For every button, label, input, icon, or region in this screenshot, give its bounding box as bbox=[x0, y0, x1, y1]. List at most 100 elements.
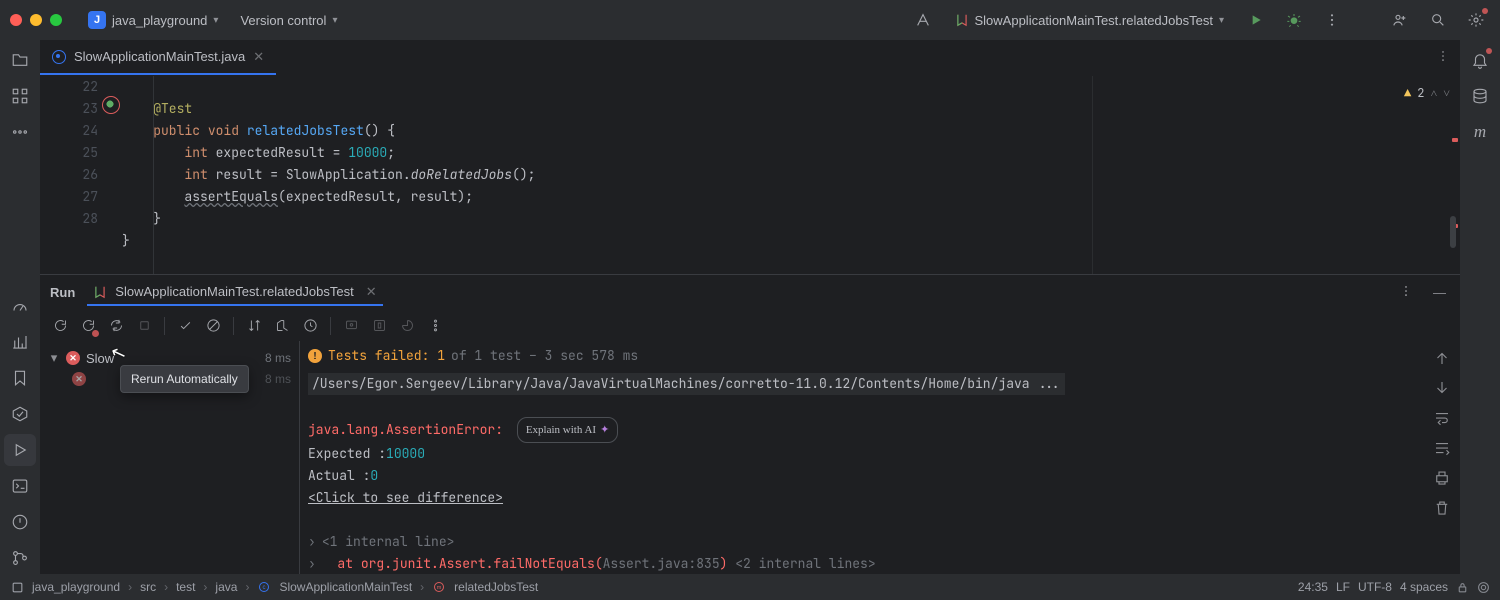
export-tests-icon[interactable] bbox=[367, 314, 391, 338]
hide-tool-window-icon[interactable]: — bbox=[1429, 281, 1450, 304]
file-encoding[interactable]: UTF-8 bbox=[1358, 580, 1392, 594]
run-button[interactable] bbox=[1242, 6, 1270, 34]
fold-toggle-icon[interactable]: › bbox=[308, 555, 316, 572]
right-tool-rail: m bbox=[1460, 40, 1500, 574]
stack-location[interactable]: Assert.java:835 bbox=[603, 555, 720, 572]
breadcrumb-item[interactable]: SlowApplicationMainTest bbox=[279, 580, 412, 594]
code-editor[interactable]: 22 23 24 25 26 27 28 @Test public void r… bbox=[40, 76, 1460, 274]
build-icon[interactable] bbox=[909, 6, 937, 34]
coverage-icon[interactable] bbox=[395, 314, 419, 338]
stack-frame: at org.junit.Assert.failNotEquals( bbox=[337, 555, 602, 572]
rerun-failed-icon[interactable] bbox=[76, 314, 100, 338]
editor-scrollbar[interactable] bbox=[1450, 216, 1456, 248]
scroll-to-end-icon[interactable] bbox=[1433, 439, 1451, 457]
project-tool-icon[interactable] bbox=[4, 44, 36, 76]
soft-wrap-icon[interactable] bbox=[1433, 409, 1451, 427]
stack-frame: ) bbox=[720, 555, 736, 572]
minimize-window-icon[interactable] bbox=[30, 14, 42, 26]
indent-guide bbox=[153, 76, 154, 274]
services-tool-icon[interactable] bbox=[4, 398, 36, 430]
maven-tool-icon[interactable]: m bbox=[1464, 116, 1496, 148]
more-actions-icon[interactable] bbox=[1318, 6, 1346, 34]
run-test-gutter-icon[interactable] bbox=[104, 98, 116, 110]
folded-region[interactable]: <1 internal line> bbox=[322, 533, 455, 550]
scroll-up-icon[interactable] bbox=[1433, 349, 1451, 367]
method-icon: m bbox=[432, 580, 446, 594]
console-output[interactable]: Tests failed: 1 of 1 test – 3 sec 578 ms… bbox=[300, 341, 1424, 574]
breadcrumb-item[interactable]: test bbox=[176, 580, 195, 594]
explain-with-ai-button[interactable]: Explain with AI ✦ bbox=[517, 417, 619, 443]
expand-all-icon[interactable] bbox=[270, 314, 294, 338]
project-selector[interactable]: J java_playground ▾ bbox=[82, 7, 224, 33]
next-highlight-icon[interactable]: ˅ bbox=[1443, 82, 1450, 104]
database-tool-icon[interactable] bbox=[1464, 80, 1496, 112]
close-tab-icon[interactable]: ✕ bbox=[366, 284, 377, 300]
run-tab[interactable]: SlowApplicationMainTest.relatedJobsTest … bbox=[87, 280, 382, 306]
sort-icon[interactable] bbox=[242, 314, 266, 338]
run-tool-icon[interactable] bbox=[4, 434, 36, 466]
bookmarks-tool-icon[interactable] bbox=[4, 362, 36, 394]
actual-value: 0 bbox=[370, 467, 378, 484]
chevron-down-icon[interactable]: ▾ bbox=[48, 350, 60, 366]
breadcrumb-item[interactable]: src bbox=[140, 580, 156, 594]
prev-highlight-icon[interactable]: ˄ bbox=[1430, 82, 1437, 104]
vcs-menu[interactable]: Version control ▾ bbox=[234, 9, 343, 32]
editor-tab[interactable]: SlowApplicationMainTest.java ✕ bbox=[40, 40, 276, 75]
line-number: 27 bbox=[40, 186, 98, 208]
line-number: 23 bbox=[40, 98, 98, 120]
error-stripe-mark[interactable] bbox=[1452, 138, 1458, 142]
fold-toggle-icon[interactable]: › bbox=[308, 533, 316, 550]
maximize-window-icon[interactable] bbox=[50, 14, 62, 26]
project-name: java_playground bbox=[112, 13, 207, 28]
line-number: 25 bbox=[40, 142, 98, 164]
settings-icon[interactable] bbox=[1462, 6, 1490, 34]
readonly-lock-icon[interactable] bbox=[1456, 581, 1469, 594]
breadcrumb-item[interactable]: java_playground bbox=[32, 580, 120, 594]
test-tree[interactable]: ▾ Slow 8 ms 8 ms ↖ Rerun Automatically bbox=[40, 341, 300, 574]
problems-tool-icon[interactable] bbox=[4, 506, 36, 538]
right-margin-guide bbox=[1092, 76, 1093, 274]
line-number: 26 bbox=[40, 164, 98, 186]
expected-label: Expected : bbox=[308, 445, 386, 462]
breadcrumb-item[interactable]: java bbox=[215, 580, 237, 594]
close-tab-icon[interactable]: ✕ bbox=[253, 49, 264, 65]
caret-position[interactable]: 24:35 bbox=[1298, 580, 1328, 594]
line-number: 28 bbox=[40, 208, 98, 230]
chevron-down-icon: ▾ bbox=[332, 15, 337, 26]
gauge-tool-icon[interactable] bbox=[4, 290, 36, 322]
show-passed-icon[interactable] bbox=[173, 314, 197, 338]
see-difference-link[interactable]: <Click to see difference> bbox=[308, 489, 503, 506]
indent-setting[interactable]: 4 spaces bbox=[1400, 580, 1448, 594]
stop-icon[interactable] bbox=[132, 314, 156, 338]
scroll-down-icon[interactable] bbox=[1433, 379, 1451, 397]
java-class-icon bbox=[52, 50, 66, 64]
line-separator[interactable]: LF bbox=[1336, 580, 1350, 594]
test-history-icon[interactable] bbox=[298, 314, 322, 338]
left-tool-rail bbox=[0, 40, 40, 574]
breadcrumb-item[interactable]: relatedJobsTest bbox=[454, 580, 538, 594]
search-icon[interactable] bbox=[1424, 6, 1452, 34]
show-ignored-icon[interactable] bbox=[201, 314, 225, 338]
folded-region[interactable]: <2 internal lines> bbox=[735, 555, 875, 572]
toggle-auto-test-icon[interactable] bbox=[104, 314, 128, 338]
notifications-icon[interactable] bbox=[1464, 44, 1496, 76]
debug-button[interactable] bbox=[1280, 6, 1308, 34]
rerun-icon[interactable] bbox=[48, 314, 72, 338]
run-config-selector[interactable]: SlowApplicationMainTest.relatedJobsTest … bbox=[947, 10, 1233, 31]
graph-tool-icon[interactable] bbox=[4, 326, 36, 358]
code-with-me-icon[interactable] bbox=[1386, 6, 1414, 34]
editor-menu-icon[interactable] bbox=[1436, 49, 1450, 66]
run-menu-icon[interactable] bbox=[1395, 280, 1417, 305]
print-icon[interactable] bbox=[1433, 469, 1451, 487]
inspections-widget[interactable]: ▲ 2 ˄ ˅ bbox=[1404, 82, 1450, 104]
structure-tool-icon[interactable] bbox=[4, 80, 36, 112]
terminal-tool-icon[interactable] bbox=[4, 470, 36, 502]
clear-all-icon[interactable] bbox=[1433, 499, 1451, 517]
window-controls bbox=[10, 14, 62, 26]
close-window-icon[interactable] bbox=[10, 14, 22, 26]
import-tests-icon[interactable] bbox=[339, 314, 363, 338]
toolbar-more-icon[interactable] bbox=[423, 314, 447, 338]
status-widget-icon[interactable] bbox=[1477, 581, 1490, 594]
more-tools-icon[interactable] bbox=[4, 116, 36, 148]
vcs-tool-icon[interactable] bbox=[4, 542, 36, 574]
